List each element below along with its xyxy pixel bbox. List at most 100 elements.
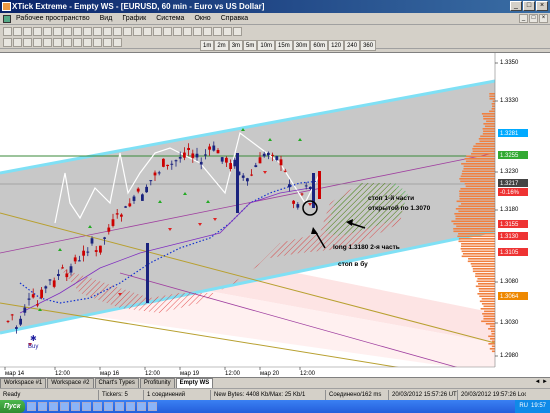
candle-body xyxy=(82,250,85,256)
template-icon[interactable] xyxy=(163,26,172,36)
taskbar-app-icon-10[interactable] xyxy=(126,402,136,411)
taskbar-app-icon-7[interactable] xyxy=(93,402,103,411)
tf-1m[interactable]: 1m xyxy=(200,40,215,51)
tab-workspace-2[interactable]: Workspace #2 xyxy=(47,378,94,388)
open-icon[interactable] xyxy=(13,26,22,36)
taskbar-app-icon-1[interactable] xyxy=(27,402,37,411)
gann-tool-icon[interactable] xyxy=(103,38,112,47)
hline-tool-icon[interactable] xyxy=(23,38,32,47)
menu-view[interactable]: Вид xyxy=(95,13,118,24)
doc-close-button[interactable]: × xyxy=(539,14,548,23)
volume-profile-bar xyxy=(480,308,495,310)
doc-minimize-button[interactable]: _ xyxy=(519,14,528,23)
candle-body xyxy=(304,185,308,187)
delete-tool-icon[interactable] xyxy=(113,38,122,47)
grid-icon[interactable] xyxy=(143,26,152,36)
tf-3m[interactable]: 3m xyxy=(228,40,244,51)
menu-chart[interactable]: График xyxy=(117,13,151,24)
volume-profile-bar xyxy=(481,298,495,300)
taskbar-app-icon-9[interactable] xyxy=(115,402,125,411)
volume-profile-bar xyxy=(455,218,495,220)
taskbar-app-icon-12[interactable] xyxy=(148,402,158,411)
tf-60m[interactable]: 60m xyxy=(310,40,329,51)
candle-body xyxy=(275,156,279,161)
tf-15m[interactable]: 15m xyxy=(275,40,293,51)
menu-window[interactable]: Окно xyxy=(189,13,215,24)
zoom-in-icon[interactable] xyxy=(123,26,132,36)
redo-icon[interactable] xyxy=(83,26,92,36)
volume-profile-bar xyxy=(471,153,495,155)
bar-chart-icon[interactable] xyxy=(93,26,102,36)
rectangle-tool-icon[interactable] xyxy=(83,38,92,47)
save-icon[interactable] xyxy=(23,26,32,36)
chart-icon[interactable] xyxy=(3,14,11,23)
tf-240[interactable]: 240 xyxy=(344,40,361,51)
candle-body xyxy=(36,304,39,306)
taskbar-app-icon-3[interactable] xyxy=(49,402,59,411)
arrow-tool-icon[interactable] xyxy=(73,38,82,47)
tray-clock[interactable]: 19:57 xyxy=(531,400,546,413)
news-icon[interactable] xyxy=(233,26,242,36)
close-button[interactable]: × xyxy=(536,1,548,11)
volume-profile-bar xyxy=(482,313,495,315)
line-chart-icon[interactable] xyxy=(113,26,122,36)
channel-tool-icon[interactable] xyxy=(43,38,52,47)
volume-profile-bar xyxy=(491,345,495,348)
order-icon[interactable] xyxy=(223,26,232,36)
time-axis[interactable] xyxy=(0,367,495,377)
tab-workspace-1[interactable]: Workspace #1 xyxy=(0,378,47,388)
status-utc: 20/03/2012 15:57:26 UTC xyxy=(389,389,458,400)
taskbar-app-icon-5[interactable] xyxy=(71,402,81,411)
tab-scroll-arrows[interactable]: ◄ ► xyxy=(534,379,548,385)
minimize-button[interactable]: _ xyxy=(510,1,522,11)
settings-icon[interactable] xyxy=(203,26,212,36)
candle-body xyxy=(31,294,35,298)
menu-help[interactable]: Справка xyxy=(216,13,253,24)
tf-5m[interactable]: 5m xyxy=(243,40,258,51)
tab-profitunity[interactable]: Profitunity xyxy=(139,378,175,388)
tab-empty-ws[interactable]: Empty WS xyxy=(175,378,214,388)
tf-120[interactable]: 120 xyxy=(328,40,345,51)
price-chart[interactable]: Buy ✱ стоп 1-й части открытой по 1.3070 … xyxy=(0,53,550,377)
menu-system[interactable]: Система xyxy=(151,13,189,24)
tab-chart-types[interactable]: Chart's Types xyxy=(94,378,139,388)
fibo-tool-icon[interactable] xyxy=(53,38,62,47)
crosshair-icon[interactable] xyxy=(193,26,202,36)
new-icon[interactable] xyxy=(3,26,12,36)
ellipse-tool-icon[interactable] xyxy=(93,38,102,47)
zoom-out-icon[interactable] xyxy=(133,26,142,36)
cursor-icon[interactable] xyxy=(3,38,12,47)
cut-icon[interactable] xyxy=(43,26,52,36)
candle-chart-icon[interactable] xyxy=(103,26,112,36)
candle-body xyxy=(44,286,48,289)
chart-area[interactable]: Buy ✱ стоп 1-й части открытой по 1.3070 … xyxy=(0,52,550,377)
shift-icon[interactable] xyxy=(183,26,192,36)
tf-30m[interactable]: 30m xyxy=(292,40,311,51)
menu-workspace[interactable]: Рабочее пространство xyxy=(11,13,95,24)
language-indicator[interactable]: RU xyxy=(519,400,528,413)
doc-restore-button[interactable]: □ xyxy=(529,14,538,23)
text-tool-icon[interactable] xyxy=(63,38,72,47)
undo-icon[interactable] xyxy=(73,26,82,36)
start-button[interactable]: Пуск xyxy=(0,400,26,413)
taskbar-app-icon-11[interactable] xyxy=(137,402,147,411)
copy-icon[interactable] xyxy=(53,26,62,36)
taskbar-app-icon-4[interactable] xyxy=(60,402,70,411)
tf-10m[interactable]: 10m xyxy=(257,40,276,51)
print-icon[interactable] xyxy=(33,26,42,36)
vline-tool-icon[interactable] xyxy=(33,38,42,47)
maximize-button[interactable]: □ xyxy=(523,1,535,11)
line-tool-icon[interactable] xyxy=(13,38,22,47)
candle-body xyxy=(15,327,18,329)
tf-360[interactable]: 360 xyxy=(360,40,377,51)
taskbar-app-icon-2[interactable] xyxy=(38,402,48,411)
price-tick-label: 1.3217 xyxy=(500,181,519,187)
autoscroll-icon[interactable] xyxy=(173,26,182,36)
taskbar-app-icon-8[interactable] xyxy=(104,402,114,411)
tf-2m[interactable]: 2m xyxy=(214,40,229,51)
annotation-stop-1b: открытой по 1.3070 xyxy=(368,204,431,212)
taskbar-app-icon-6[interactable] xyxy=(82,402,92,411)
paste-icon[interactable] xyxy=(63,26,72,36)
indicator-icon[interactable] xyxy=(153,26,162,36)
alarm-icon[interactable] xyxy=(213,26,222,36)
